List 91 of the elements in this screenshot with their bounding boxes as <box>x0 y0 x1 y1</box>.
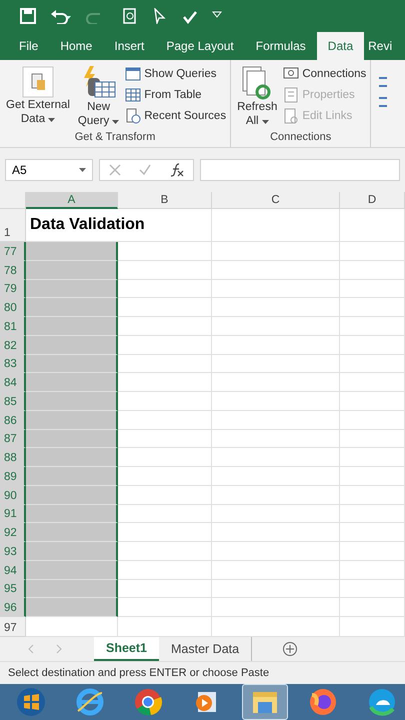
caret-icon <box>79 168 86 172</box>
table-cell[interactable] <box>26 598 118 618</box>
firefox-icon[interactable] <box>308 687 338 717</box>
group-label: Connections <box>269 131 332 146</box>
table-icon[interactable] <box>125 66 142 82</box>
ribbon-tab[interactable]: Data <box>316 32 364 60</box>
table-icon[interactable] <box>125 87 142 104</box>
table-cell[interactable] <box>26 317 118 336</box>
undo-icon[interactable] <box>50 8 72 24</box>
ribbon-button[interactable]: Recent Sources <box>125 106 226 127</box>
table-cell[interactable] <box>26 373 118 392</box>
clock-icon[interactable] <box>125 108 142 124</box>
caret-icon <box>262 120 269 124</box>
refresh-icon[interactable] <box>241 66 274 100</box>
table-cell[interactable] <box>26 354 118 374</box>
row-header[interactable]: 82 <box>0 336 26 355</box>
table-cell[interactable] <box>26 242 118 261</box>
taskbar-button[interactable] <box>242 684 288 720</box>
data-icon[interactable] <box>22 66 54 98</box>
table-cell[interactable] <box>26 504 118 524</box>
enter-icon[interactable] <box>139 164 152 176</box>
cancel-icon[interactable] <box>109 164 122 176</box>
row-header[interactable]: 96 <box>0 598 26 618</box>
ribbon-tab[interactable]: Home <box>49 32 104 60</box>
table-cell[interactable] <box>26 523 118 542</box>
save-icon[interactable] <box>20 8 36 24</box>
row-header[interactable]: 92 <box>0 523 26 542</box>
table-cell[interactable] <box>26 298 118 318</box>
ribbon-button[interactable]: Refresh All <box>235 62 280 132</box>
ribbon-button[interactable]: Get External Data <box>4 62 72 132</box>
row-header[interactable]: 87 <box>0 430 26 448</box>
ribbon-tab[interactable]: Revi <box>364 32 396 60</box>
ribbon-button[interactable]: From Table <box>125 84 226 106</box>
row-header[interactable]: 79 <box>0 280 26 298</box>
cursor-icon[interactable] <box>152 8 168 24</box>
row-header[interactable]: 94 <box>0 560 26 580</box>
table-cell[interactable] <box>26 430 118 448</box>
start-icon[interactable] <box>16 687 46 717</box>
group-label: Get & Transform <box>74 131 156 146</box>
table-cell[interactable] <box>26 410 118 430</box>
table-cell[interactable] <box>26 542 118 561</box>
column-header[interactable]: A <box>26 192 118 210</box>
row-header[interactable]: 86 <box>0 410 26 430</box>
status-text: Select destination and press ENTER or choose Paste <box>0 661 405 684</box>
row-header[interactable]: 90 <box>0 486 26 505</box>
table-cell[interactable] <box>26 392 118 411</box>
formula-input[interactable] <box>200 159 400 182</box>
table-cell[interactable] <box>26 580 118 598</box>
row-header[interactable]: 93 <box>0 542 26 561</box>
ribbon-button[interactable]: New Query <box>76 62 122 132</box>
row-header[interactable]: 97 <box>0 617 26 638</box>
column-header[interactable]: D <box>340 192 405 210</box>
function-icon[interactable] <box>170 163 184 178</box>
column-header[interactable]: C <box>212 192 340 210</box>
select-all-button[interactable] <box>0 192 26 210</box>
sheet-tab[interactable]: Sheet1 <box>94 637 159 662</box>
query-icon[interactable] <box>82 66 116 100</box>
browser-icon[interactable] <box>74 687 105 717</box>
chrome-icon[interactable] <box>133 687 164 717</box>
table-cell[interactable] <box>26 448 118 468</box>
table-cell[interactable] <box>26 467 118 486</box>
ribbon-tab[interactable]: Insert <box>103 32 156 60</box>
ribbon-tab[interactable]: File <box>8 32 50 60</box>
ribbon-tab[interactable]: Page Layout <box>155 32 245 60</box>
ribbon-button[interactable]: Show Queries <box>125 64 226 85</box>
row-header[interactable]: 84 <box>0 373 26 392</box>
ribbon-button[interactable]: Connections <box>283 64 366 85</box>
table-cell[interactable] <box>26 280 118 298</box>
table-cell[interactable] <box>26 560 118 580</box>
table-cell[interactable] <box>26 486 118 505</box>
row-header[interactable]: 91 <box>0 504 26 524</box>
row-header[interactable]: 88 <box>0 448 26 468</box>
row-header[interactable]: 1 <box>0 209 26 242</box>
row-header[interactable]: 89 <box>0 467 26 486</box>
print-preview-icon[interactable] <box>122 8 138 24</box>
row-header[interactable]: 83 <box>0 354 26 374</box>
table-cell[interactable] <box>26 336 118 355</box>
row-header[interactable]: 77 <box>0 242 26 261</box>
row-header[interactable]: 78 <box>0 260 26 280</box>
table-cell[interactable] <box>26 260 118 280</box>
row-header[interactable]: 95 <box>0 580 26 598</box>
name-box[interactable]: A5 <box>5 159 93 182</box>
row-header[interactable]: 81 <box>0 317 26 336</box>
edge-icon[interactable] <box>366 687 397 717</box>
ribbon-tab[interactable]: Formulas <box>244 32 317 60</box>
caret-icon <box>112 120 120 124</box>
row-header[interactable]: 85 <box>0 392 26 411</box>
row-header[interactable]: 80 <box>0 298 26 318</box>
column-header[interactable]: B <box>118 192 212 210</box>
cell-text: Data Validation <box>29 216 145 234</box>
caret-icon <box>48 118 56 122</box>
